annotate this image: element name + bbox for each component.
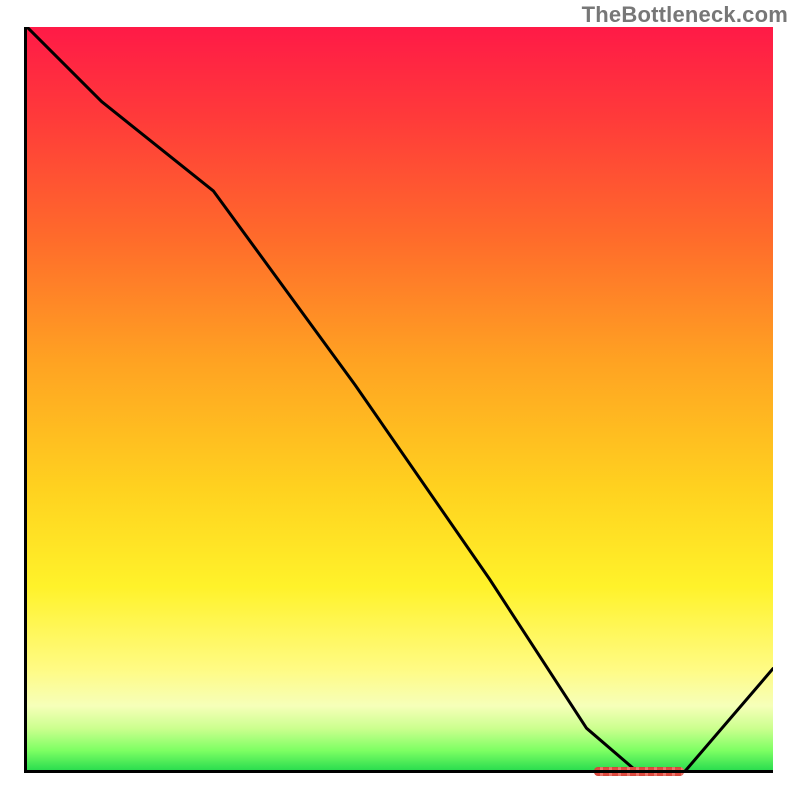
watermark-text: TheBottleneck.com [582, 2, 788, 28]
x-axis [27, 770, 773, 773]
y-axis [24, 27, 27, 773]
data-curve [27, 27, 773, 773]
chart-container: TheBottleneck.com [0, 0, 800, 800]
curve-path [27, 27, 773, 773]
plot-area [27, 27, 773, 773]
